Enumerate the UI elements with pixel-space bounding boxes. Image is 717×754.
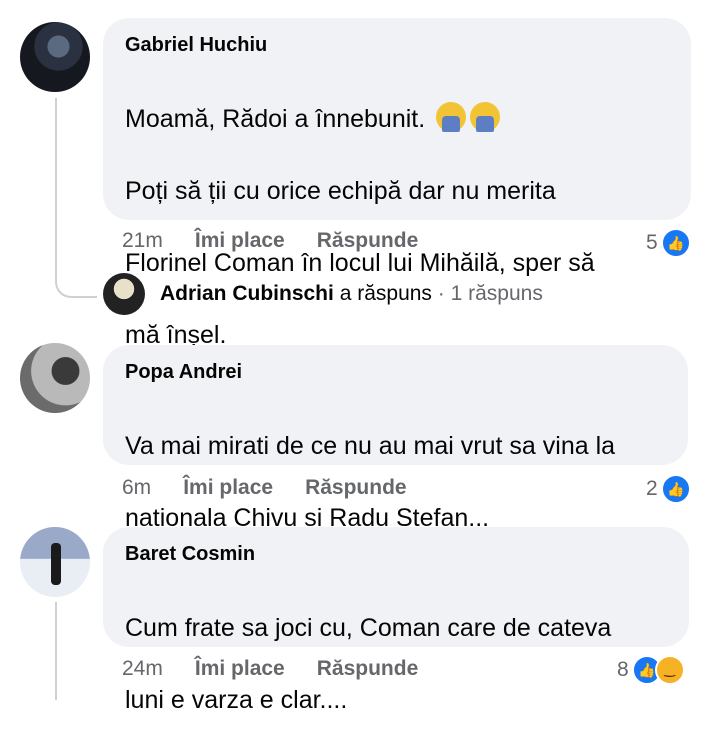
reaction-count: 2 [646, 477, 658, 500]
like-button[interactable]: Îmi place [195, 229, 285, 253]
like-button[interactable]: Îmi place [195, 657, 285, 681]
reply-count: 1 răspuns [450, 282, 543, 305]
comment-actions: 24m Îmi place Răspunde [122, 657, 450, 681]
avatar-baret-cosmin[interactable] [20, 527, 90, 597]
haha-icon: ‿ [654, 655, 685, 685]
comment-line: luni e varza e clar.... [125, 686, 348, 714]
avatar-gabriel-huchiu[interactable] [20, 22, 90, 92]
reply-button[interactable]: Răspunde [317, 229, 419, 253]
face-palm-emoji [436, 102, 467, 132]
reaction-summary[interactable]: 2 👍 [646, 474, 691, 504]
face-palm-emoji [470, 102, 501, 132]
reply-button[interactable]: Răspunde [305, 476, 407, 500]
comment-author[interactable]: Popa Andrei [125, 361, 668, 384]
view-replies-link[interactable]: Adrian Cubinschi a răspuns · 1 răspuns [160, 282, 543, 306]
comment-bubble: Gabriel Huchiu Moamă, Rădoi a înnebunit.… [103, 18, 691, 349]
comment-actions: 6m Îmi place Răspunde [122, 476, 439, 500]
comment-line: Moamă, Rădoi a înnebunit. [125, 105, 426, 133]
thread-connector [55, 98, 97, 298]
comment-text: Moamă, Rădoi a înnebunit. Poți să ții cu… [125, 65, 671, 389]
comment-line: Poți să ții cu orice echipă dar nu merit… [125, 177, 556, 205]
reaction-summary[interactable]: 5 👍 [646, 228, 691, 258]
comment-timestamp[interactable]: 21m [122, 229, 163, 253]
comment-bubble: Popa Andrei Va mai mirati de ce nu au ma… [103, 345, 688, 532]
comment-bubble: Baret Cosmin Cum frate sa joci cu, Coman… [103, 527, 689, 714]
reply-action: a răspuns [339, 282, 432, 305]
comment-line: Cum frate sa joci cu, Coman care de cate… [125, 614, 612, 642]
like-icon: 👍 [660, 474, 691, 504]
reply-button[interactable]: Răspunde [317, 657, 419, 681]
reaction-summary[interactable]: 8 👍 ‿ [617, 655, 685, 685]
comment-author[interactable]: Baret Cosmin [125, 543, 669, 566]
avatar-popa-andrei[interactable] [20, 343, 90, 413]
reaction-count: 5 [646, 231, 658, 254]
thread-connector [55, 602, 57, 700]
reply-author: Adrian Cubinschi [160, 282, 334, 305]
comment-timestamp[interactable]: 6m [122, 476, 151, 500]
comment-actions: 21m Îmi place Răspunde [122, 229, 450, 253]
comment-author[interactable]: Gabriel Huchiu [125, 34, 671, 57]
comment-timestamp[interactable]: 24m [122, 657, 163, 681]
like-icon: 👍 [660, 228, 691, 258]
avatar-adrian-cubinschi[interactable] [103, 273, 145, 315]
comment-line: Va mai mirati de ce nu au mai vrut sa vi… [125, 432, 616, 460]
like-button[interactable]: Îmi place [183, 476, 273, 500]
reaction-count: 8 [617, 658, 629, 681]
reply-separator: · [437, 282, 445, 305]
